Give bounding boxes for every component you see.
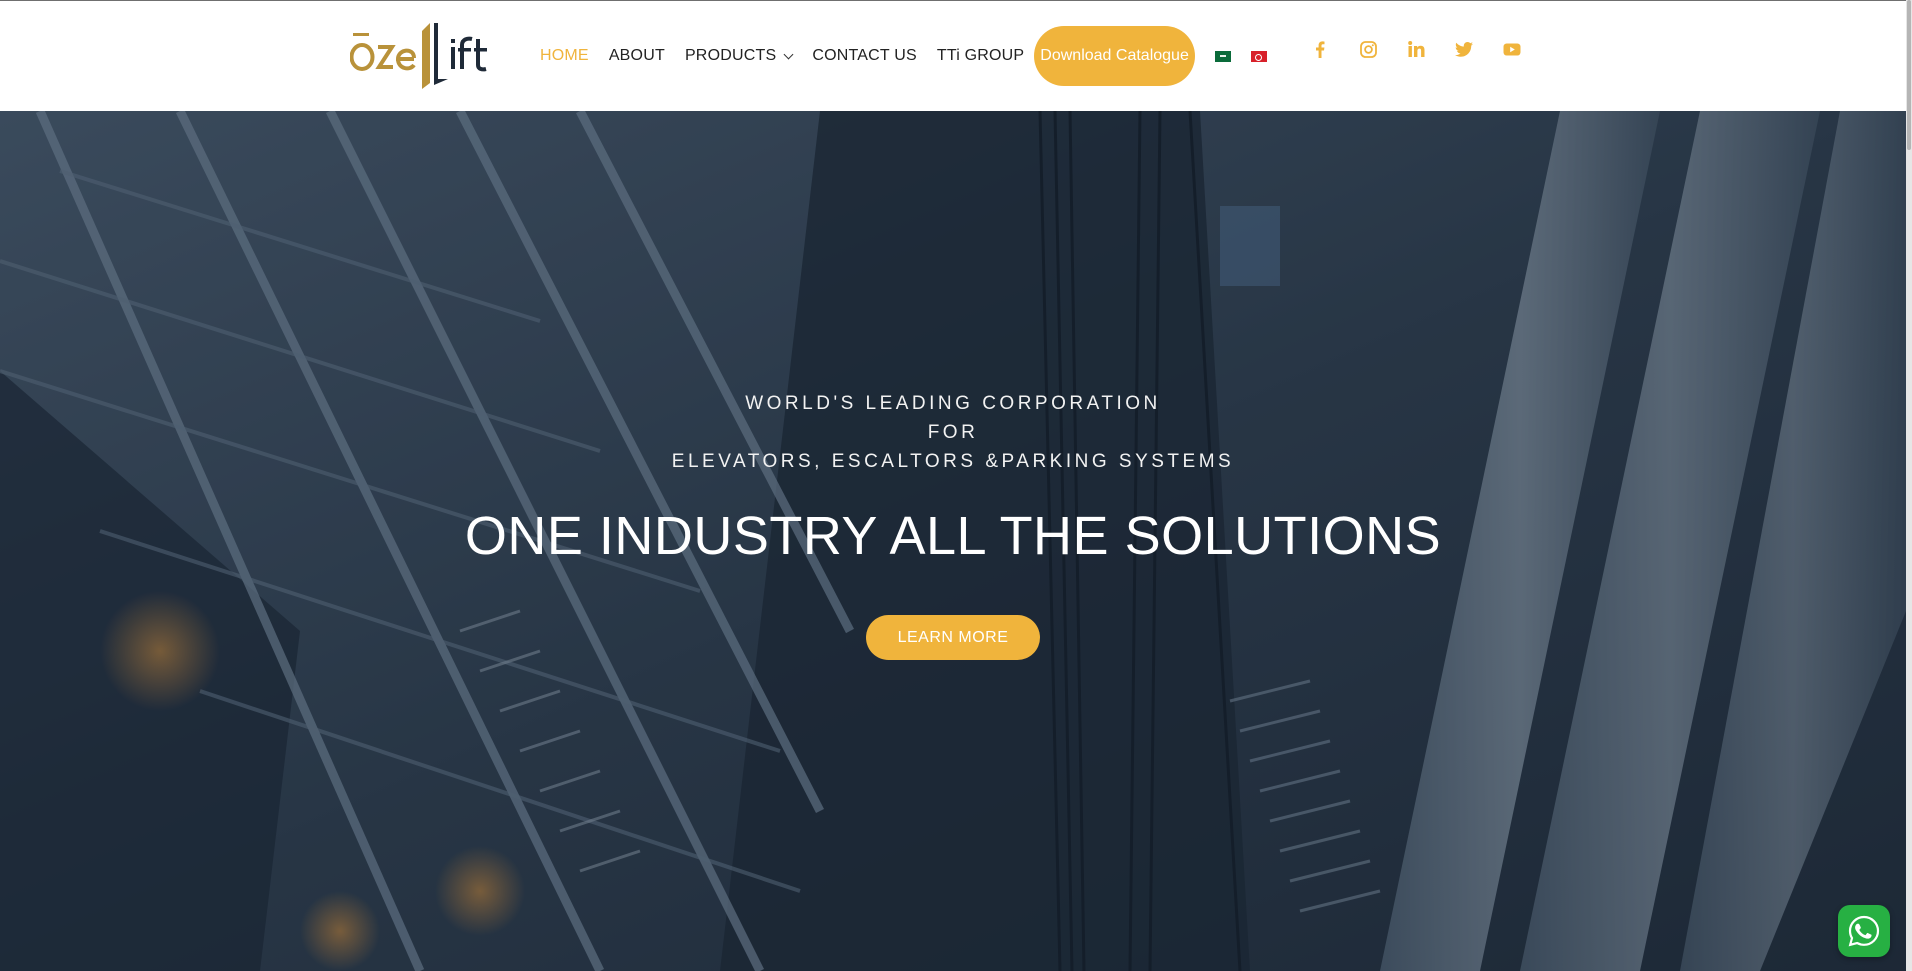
linkedin-icon[interactable] [1406, 39, 1426, 59]
turkish-flag-icon[interactable] [1250, 50, 1267, 62]
page-scrollbar[interactable] [1906, 0, 1912, 971]
site-header: HOME ABOUT PRODUCTS CONTACT US TTi GROUP… [0, 1, 1906, 111]
nav-contact[interactable]: CONTACT US [812, 47, 917, 65]
main-nav: HOME ABOUT PRODUCTS CONTACT US TTi GROUP… [540, 26, 1277, 86]
whatsapp-icon [1848, 915, 1880, 947]
nav-tti-group[interactable]: TTi GROUP [937, 47, 1024, 65]
twitter-icon[interactable] [1454, 39, 1474, 59]
youtube-icon[interactable] [1502, 39, 1522, 59]
hero-section: WORLD'S LEADING CORPORATION FOR ELEVATOR… [0, 111, 1906, 971]
hero-subtitle-line-2: FOR [927, 422, 979, 443]
nav-products-label: PRODUCTS [684, 47, 777, 64]
facebook-icon[interactable] [1310, 39, 1330, 59]
hero-subtitle: WORLD'S LEADING CORPORATION FOR ELEVATOR… [0, 389, 1906, 476]
learn-more-button[interactable]: LEARN MORE [866, 615, 1040, 660]
nav-about[interactable]: ABOUT [609, 47, 665, 65]
nav-home[interactable]: HOME [540, 47, 589, 65]
social-links [1310, 39, 1550, 59]
ozelift-logo[interactable] [349, 21, 495, 91]
download-catalogue-button[interactable]: Download Catalogue [1034, 26, 1195, 86]
hero-subtitle-line-3: ELEVATORS, ESCALTORS &PARKING SYSTEMS [671, 451, 1235, 472]
instagram-icon[interactable] [1358, 39, 1378, 59]
nav-products[interactable]: PRODUCTS [684, 47, 794, 65]
scrollbar-thumb[interactable] [1907, 0, 1911, 150]
arabic-flag-icon[interactable] [1214, 50, 1231, 62]
hero-subtitle-line-1: WORLD'S LEADING CORPORATION [745, 393, 1161, 414]
chevron-down-icon [783, 49, 794, 59]
whatsapp-chat-button[interactable] [1838, 905, 1890, 957]
page: HOME ABOUT PRODUCTS CONTACT US TTi GROUP… [0, 0, 1912, 971]
hero-headline: ONE INDUSTRY ALL THE SOLUTIONS [464, 506, 1442, 566]
